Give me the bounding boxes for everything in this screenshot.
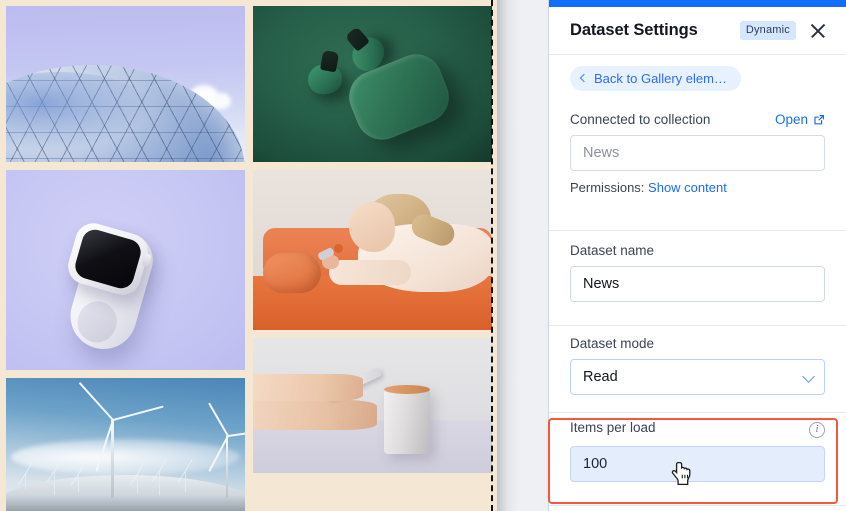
couch-bolster: [262, 253, 321, 294]
watch-screen: [71, 226, 144, 292]
turbine-distant: [53, 471, 55, 495]
couch-tuft: [334, 243, 344, 253]
close-icon[interactable]: [808, 21, 828, 41]
gallery-item-woman-on-orange-couch[interactable]: [253, 170, 492, 330]
turbine-distant: [25, 473, 27, 490]
external-link-icon: [814, 114, 824, 124]
dataset-mode-select-wrapper: ReadWriteRead & Write: [570, 359, 825, 395]
open-collection-link[interactable]: Open: [775, 112, 825, 127]
permissions-row: Permissions: Show content: [570, 180, 825, 195]
dataset-mode-label: Dataset mode: [570, 336, 655, 351]
divider: [549, 325, 846, 326]
turbine-distant: [185, 471, 187, 492]
gallery-item-green-earbuds[interactable]: [253, 6, 492, 162]
gallery-element[interactable]: [0, 0, 497, 511]
woman-head: [348, 202, 395, 252]
divider: [549, 412, 846, 413]
collection-input[interactable]: [570, 135, 825, 171]
editor-canvas[interactable]: [0, 0, 548, 511]
back-to-gallery-button[interactable]: Back to Gallery elem…: [570, 65, 741, 91]
panel-drop-shadow: [497, 0, 519, 511]
turbine-distant: [137, 473, 139, 494]
divider: [549, 230, 846, 231]
hand-tapping: [253, 374, 363, 402]
dataset-name-input[interactable]: [570, 266, 825, 302]
gallery-item-smart-speaker-hands[interactable]: [253, 338, 492, 473]
gallery-item-smartwatch-lavender[interactable]: [6, 170, 245, 370]
smart-speaker: [384, 386, 431, 455]
show-content-link[interactable]: Show content: [648, 180, 727, 195]
dataset-settings-panel: Dataset Settings Dynamic Back to Gallery…: [548, 0, 846, 511]
section-boundary-dashed-line: [491, 0, 493, 511]
woman-arm: [329, 259, 411, 286]
panel-accent-bar: [549, 0, 846, 7]
dataset-name-section: Dataset name: [549, 243, 846, 302]
turbine-foreground: [78, 381, 164, 498]
turbine-right: [208, 402, 245, 498]
dataset-name-label: Dataset name: [570, 243, 655, 258]
items-label-row: Items per load i: [570, 420, 825, 438]
items-per-load-label: Items per load: [570, 420, 656, 435]
hand-holding-phone: [253, 400, 378, 430]
divider: [549, 505, 846, 506]
gallery-grid: [6, 6, 492, 511]
panel-header: Dataset Settings Dynamic: [549, 7, 846, 55]
collection-label: Connected to collection: [570, 112, 711, 127]
dataset-mode-select[interactable]: ReadWriteRead & Write: [570, 359, 825, 395]
dataset-mode-section: Dataset mode ReadWriteRead & Write: [549, 336, 846, 395]
dome-body: [6, 65, 245, 162]
turbine-distant: [158, 471, 160, 495]
items-per-load-input[interactable]: [570, 446, 825, 482]
items-per-load-section: Items per load i: [549, 420, 846, 482]
page-title: Dataset Settings: [570, 21, 698, 39]
app-window: Dataset Settings Dynamic Back to Gallery…: [0, 0, 846, 511]
back-navigation-row: Back to Gallery elem…: [549, 55, 846, 101]
collection-label-row: Connected to collection Open: [570, 112, 825, 127]
gallery-item-wind-turbines-snow[interactable]: [6, 378, 245, 511]
open-link-label: Open: [774, 112, 808, 127]
chevron-left-icon: [579, 73, 589, 82]
table-surface: [253, 424, 492, 473]
status-badge: Dynamic: [739, 21, 796, 40]
connected-collection-section: Connected to collection Open Permissions…: [549, 112, 846, 195]
back-button-label: Back to Gallery elem…: [594, 70, 727, 86]
turbine-distant: [77, 473, 79, 492]
permissions-label: Permissions:: [570, 180, 645, 195]
gallery-item-geodesic-dome-sky[interactable]: [6, 6, 245, 162]
info-icon[interactable]: i: [809, 422, 825, 438]
